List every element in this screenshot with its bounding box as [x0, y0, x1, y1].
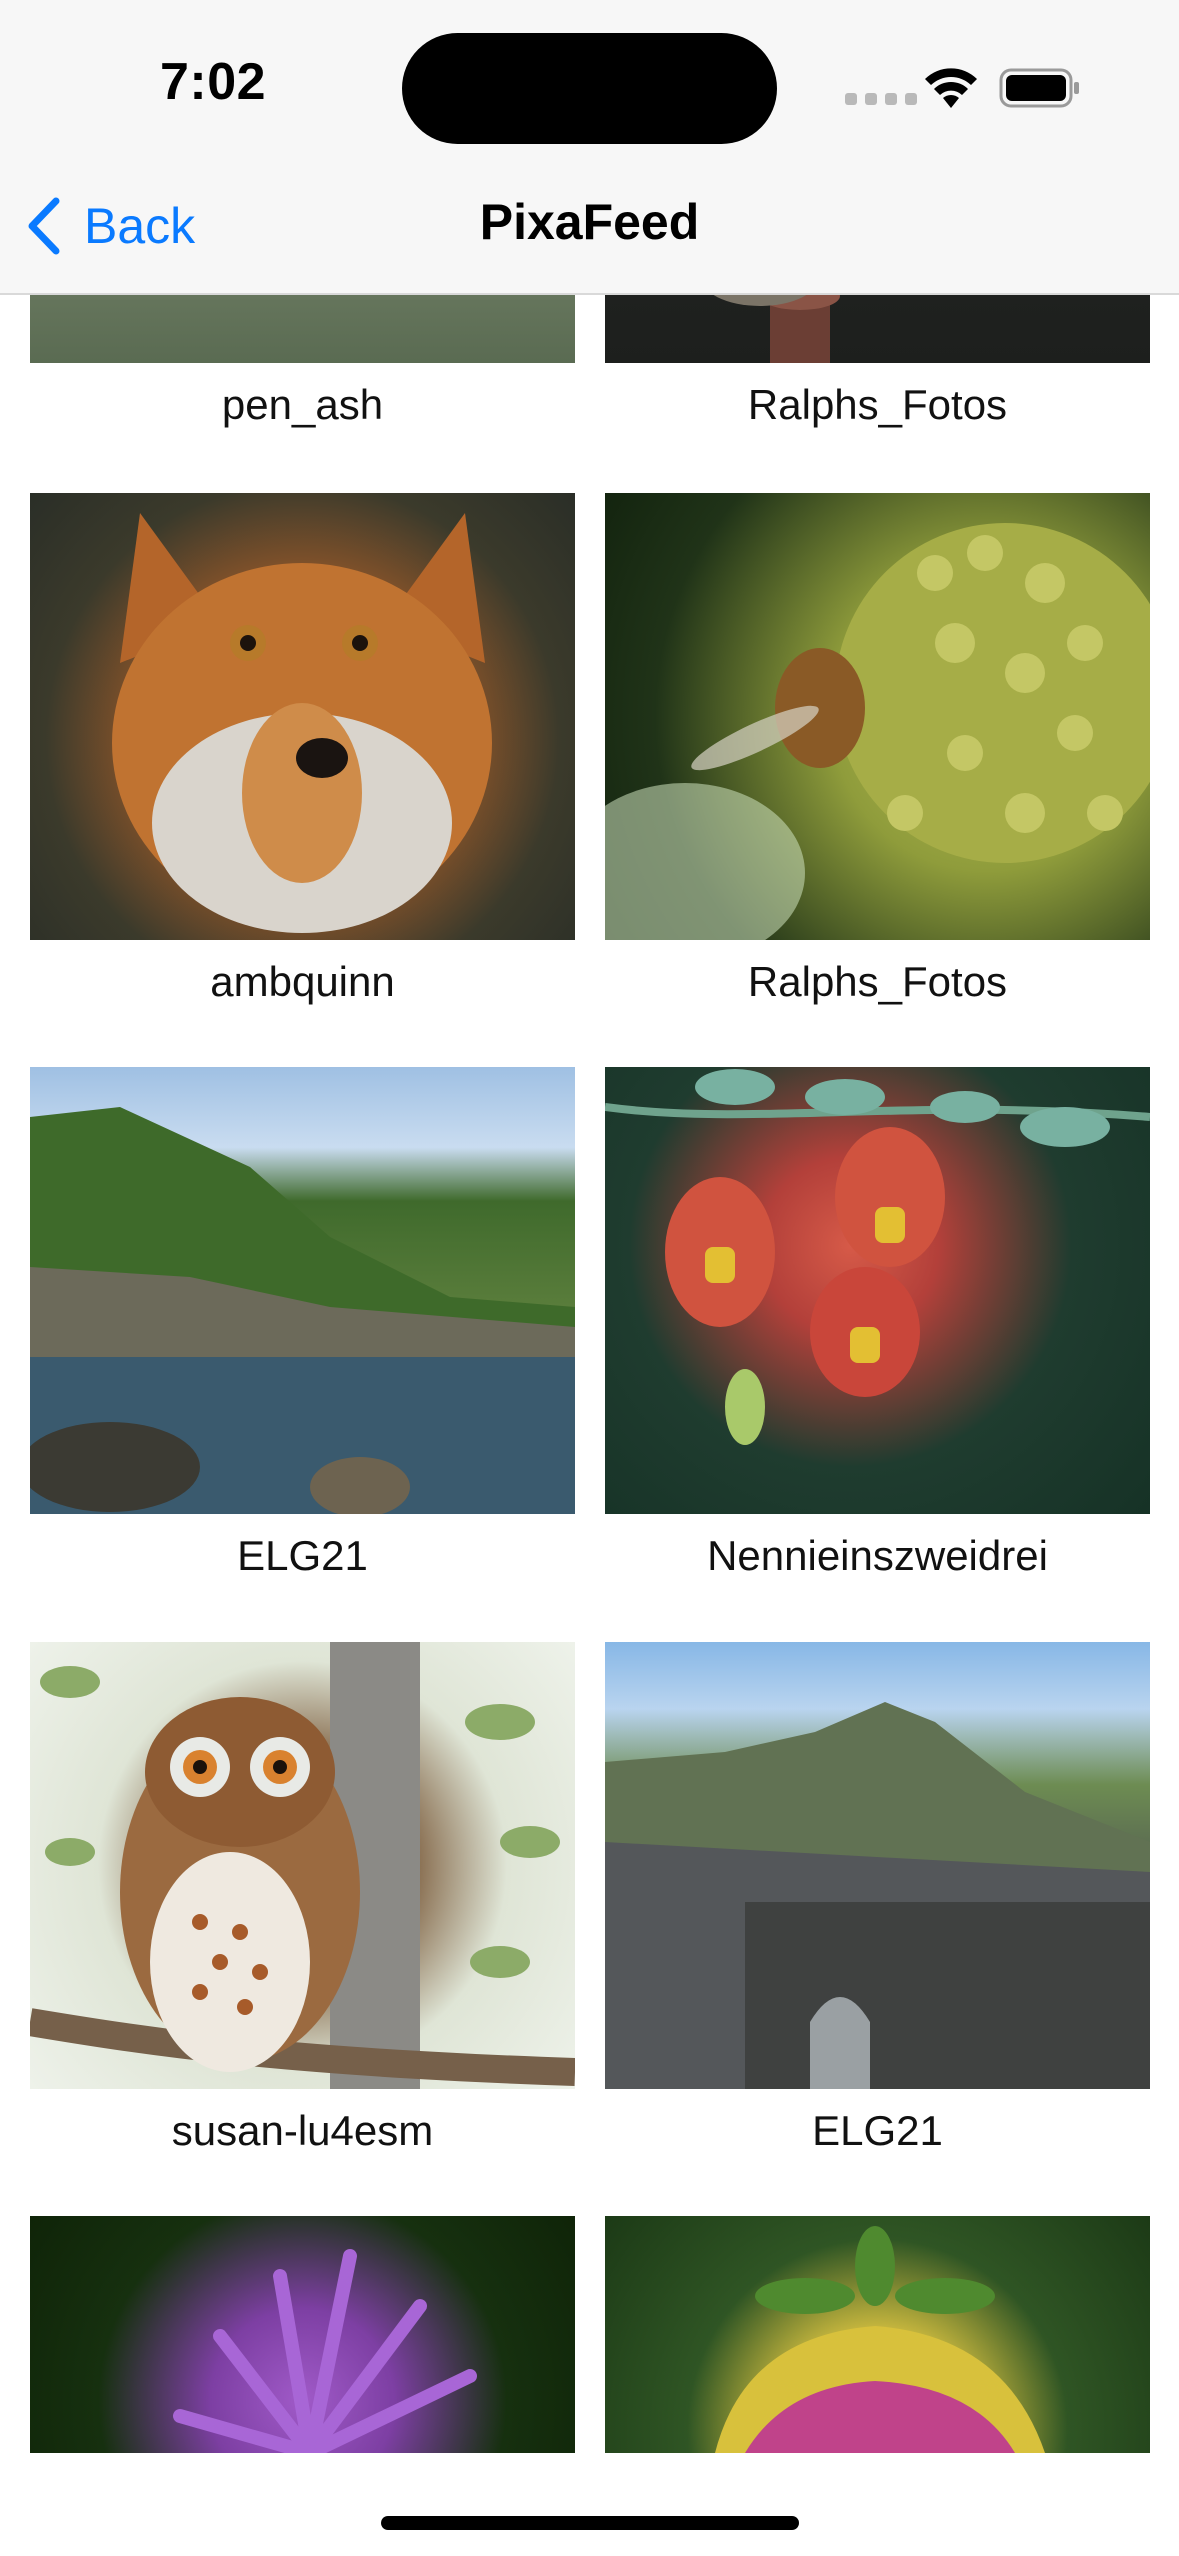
coast-shape [30, 1107, 575, 1514]
feed-item[interactable]: susan-lu4esm [30, 1642, 575, 2154]
navigation-bar: 7:02 Back PixaFeed [0, 0, 1179, 295]
home-indicator[interactable] [381, 2516, 799, 2530]
feed-item[interactable]: ELG21 [605, 1642, 1150, 2154]
feed-item-author: ELG21 [237, 1532, 368, 1579]
feed-photo[interactable] [605, 493, 1150, 940]
feed-item[interactable] [605, 2216, 1150, 2453]
owl-shape [30, 1642, 575, 2089]
bee-ivy-shape [605, 523, 1150, 940]
feed-photo[interactable] [605, 1067, 1150, 1514]
photo-feed-grid[interactable]: pen_ash Ralphs_Fotos ambquinn Ralphs_Fot… [0, 0, 1179, 2556]
feed-photo[interactable] [605, 1642, 1150, 2089]
feed-item-author: Ralphs_Fotos [747, 381, 1008, 428]
dynamic-island [402, 33, 777, 144]
feed-photo[interactable] [30, 2216, 575, 2453]
flower-buds-shape [605, 1069, 1150, 1445]
wifi-icon [925, 68, 977, 108]
feed-item-author: Nennieinszweidrei [707, 1532, 1048, 1579]
feed-item-author: susan-lu4esm [171, 2107, 434, 2154]
fox-shape [112, 513, 492, 933]
feed-item[interactable]: ELG21 [30, 1067, 575, 1579]
feed-item-author: pen_ash [221, 381, 384, 428]
feed-photo[interactable] [605, 2216, 1150, 2453]
feed-item-author: Ralphs_Fotos [747, 958, 1008, 1005]
feed-item[interactable]: Nennieinszweidrei [605, 1067, 1150, 1579]
page-title: PixaFeed [479, 194, 700, 250]
feed-item[interactable]: Ralphs_Fotos [605, 493, 1150, 1005]
battery-icon [999, 68, 1079, 108]
thistle-shape [173, 2249, 477, 2453]
feed-item[interactable]: ambquinn [30, 493, 575, 1005]
feed-item[interactable] [30, 2216, 575, 2453]
feed-item-author: ELG21 [812, 2107, 943, 2154]
status-time: 7:02 [160, 53, 267, 111]
feed-item-author: ambquinn [210, 958, 395, 1005]
bridge-island-shape [605, 1702, 1150, 2089]
cellular-signal-icon [845, 93, 917, 105]
feed-photo[interactable] [30, 1067, 575, 1514]
feed-photo[interactable] [30, 1642, 575, 2089]
feed-photo[interactable] [30, 493, 575, 940]
dahlia-bud-shape [715, 2226, 1045, 2453]
